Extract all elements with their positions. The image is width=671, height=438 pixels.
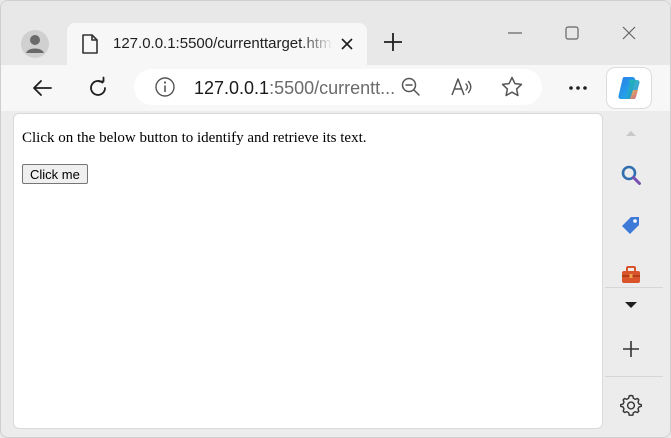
sidebar-scroll-up[interactable] xyxy=(619,121,643,145)
sidebar-scroll-down[interactable] xyxy=(619,293,643,317)
close-icon xyxy=(341,38,353,50)
profile-icon xyxy=(21,30,49,58)
minimize-icon xyxy=(508,32,522,34)
profile-button[interactable] xyxy=(19,28,51,60)
url-text[interactable]: 127.0.0.1:5500/currentt... xyxy=(194,78,394,99)
browser-window: 127.0.0.1:5500/currenttarget.html 127.0.… xyxy=(0,0,671,438)
site-info-button[interactable] xyxy=(154,76,178,100)
url-host: 127.0.0.1 xyxy=(194,78,270,98)
sidebar-settings-button[interactable] xyxy=(619,393,643,417)
sidebar-item-tools[interactable] xyxy=(619,263,643,287)
maximize-button[interactable] xyxy=(562,23,582,43)
click-me-button[interactable]: Click me xyxy=(22,164,88,184)
minimize-button[interactable] xyxy=(505,23,525,43)
tab-current[interactable]: 127.0.0.1:5500/currenttarget.html xyxy=(67,23,367,65)
zoom-out-icon xyxy=(401,77,420,96)
close-icon xyxy=(622,26,636,40)
info-icon xyxy=(155,77,175,97)
gear-icon xyxy=(620,394,642,416)
copilot-button[interactable] xyxy=(607,68,651,108)
read-aloud-icon xyxy=(451,78,472,96)
sidebar-add-button[interactable] xyxy=(619,337,643,361)
back-button[interactable] xyxy=(30,76,54,100)
copilot-icon xyxy=(618,77,640,99)
sidebar-item-search[interactable] xyxy=(619,163,643,187)
refresh-button[interactable] xyxy=(86,76,110,100)
plus-icon xyxy=(384,33,402,51)
favorite-button[interactable] xyxy=(500,75,524,99)
tab-title: 127.0.0.1:5500/currenttarget.html xyxy=(113,35,333,52)
window-close-button[interactable] xyxy=(619,23,639,43)
star-icon xyxy=(501,76,523,97)
refresh-icon xyxy=(90,76,106,96)
web-content: Click on the below button to identify an… xyxy=(13,113,603,429)
sidebar-item-shopping[interactable] xyxy=(619,213,643,237)
page-icon xyxy=(81,34,99,54)
read-aloud-button[interactable] xyxy=(450,76,474,100)
sidebar-divider xyxy=(605,287,663,288)
maximize-icon xyxy=(565,26,579,40)
chevron-down-icon xyxy=(625,302,637,308)
tag-icon xyxy=(622,217,639,234)
instruction-text: Click on the below button to identify an… xyxy=(22,130,367,146)
tab-close-button[interactable] xyxy=(339,36,355,52)
zoom-button[interactable] xyxy=(400,76,424,100)
plus-icon xyxy=(623,341,639,357)
search-icon xyxy=(621,165,641,185)
more-button[interactable] xyxy=(566,76,590,100)
back-arrow-icon xyxy=(33,80,52,96)
new-tab-button[interactable] xyxy=(382,31,404,53)
sidebar-divider xyxy=(605,376,663,377)
toolbox-icon xyxy=(622,266,640,283)
url-path: :5500/currentt... xyxy=(269,78,394,98)
sidebar xyxy=(605,113,670,437)
chevron-up-icon xyxy=(626,131,636,136)
toolbar: 127.0.0.1:5500/currentt... xyxy=(1,65,670,111)
address-bar[interactable]: 127.0.0.1:5500/currentt... xyxy=(134,69,542,105)
tab-strip: 127.0.0.1:5500/currenttarget.html xyxy=(1,1,670,65)
more-icon xyxy=(569,86,587,90)
